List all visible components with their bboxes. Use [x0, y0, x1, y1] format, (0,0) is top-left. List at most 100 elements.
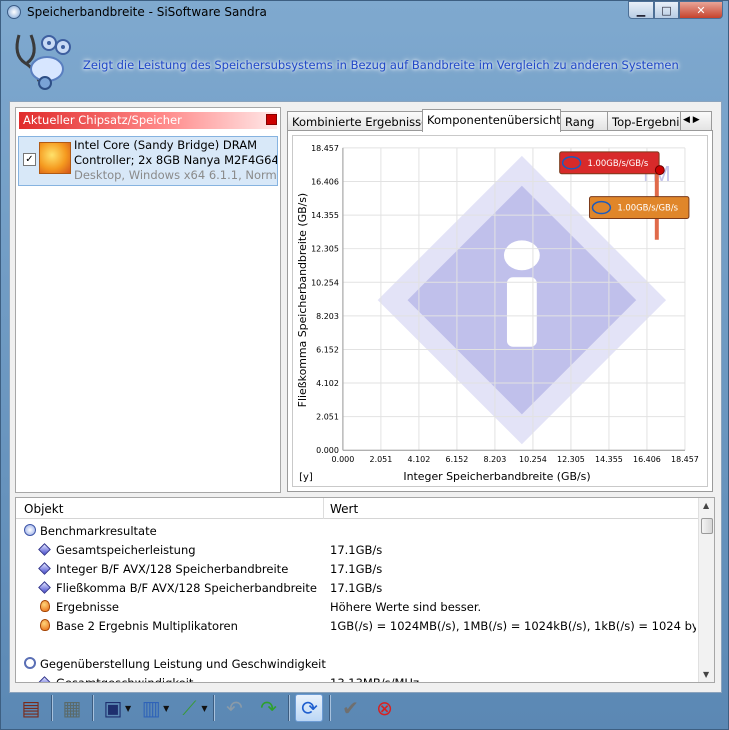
- save-icon[interactable]: ▣: [99, 694, 127, 722]
- refresh-icon[interactable]: ⟳: [295, 694, 324, 722]
- scroll-up-icon[interactable]: ▲: [703, 501, 709, 510]
- data-point: [654, 165, 665, 176]
- close-button[interactable]: ✕: [679, 1, 723, 19]
- row-label: Base 2 Ergebnis Multiplikatoren: [56, 619, 238, 633]
- y-tick-label: 16.406: [311, 178, 339, 187]
- window-controls: ▁ □ ✕: [628, 1, 723, 19]
- component-system-info: Desktop, Windows x64 6.1.1, Normaler ...: [74, 168, 277, 182]
- main-content: Aktueller Chipsatz/Speicher ✓ Intel Core…: [9, 101, 722, 693]
- app-icon[interactable]: [7, 5, 21, 19]
- column-header-object[interactable]: Objekt: [24, 502, 63, 516]
- window-title: Speicherbandbreite - SiSoftware Sandra: [27, 5, 267, 19]
- y-axis-label: Fließkomma Speicherbandbreite (GB/s): [296, 193, 309, 408]
- scroll-down-icon[interactable]: ▼: [703, 670, 709, 679]
- y-tick-label: 0.000: [316, 446, 339, 455]
- save-dropdown-icon[interactable]: ▼: [125, 704, 131, 713]
- table-row[interactable]: Gesamtspeicherleistung 17.1GB/s: [16, 540, 699, 559]
- row-label: Fließkomma B/F AVX/128 Speicherbandbreit…: [56, 581, 317, 595]
- header-description: Zeigt die Leistung des Speichersubsystem…: [83, 58, 679, 72]
- chart-dropdown-icon[interactable]: ▼: [163, 704, 169, 713]
- scrollbar-thumb[interactable]: [701, 518, 713, 534]
- tab-kombinierte-ergebnisse[interactable]: Kombinierte Ergebnisse: [287, 111, 423, 131]
- legend-badge-text: 1.00GB/s/GB/s: [588, 158, 649, 168]
- computer-icon[interactable]: ▦: [58, 694, 86, 722]
- bulb-icon: [40, 600, 50, 612]
- component-list-header: Aktueller Chipsatz/Speicher: [19, 112, 277, 129]
- bandwidth-chart: TM 0.0002.0514.1026.1528.20310.25412.305…: [292, 135, 708, 487]
- y-tick-label: 2.051: [316, 413, 339, 422]
- report-icon[interactable]: ▤: [17, 694, 45, 722]
- title-bar[interactable]: Speicherbandbreite - SiSoftware Sandra ▁…: [1, 1, 728, 23]
- column-header-value[interactable]: Wert: [330, 502, 358, 516]
- grid-header: Objekt Wert: [16, 498, 699, 519]
- line-chart-dropdown-icon[interactable]: ▼: [201, 704, 207, 713]
- x-tick-label: 2.051: [370, 455, 393, 464]
- tab-top-ergebnisse[interactable]: Top-Ergebnisse: [607, 111, 681, 131]
- component-list-item[interactable]: ✓ Intel Core (Sandy Bridge) DRAM Control…: [18, 136, 278, 186]
- component-thumbnail-icon: [39, 142, 71, 174]
- table-row[interactable]: [16, 635, 699, 654]
- back-arrow-icon[interactable]: ↶: [220, 694, 248, 722]
- toolbar-separator: [51, 695, 52, 721]
- x-tick-label: 10.254: [519, 455, 547, 464]
- bulb-icon: [40, 619, 50, 631]
- table-row[interactable]: Integer B/F AVX/128 Speicherbandbreite 17…: [16, 559, 699, 578]
- cancel-icon[interactable]: ⊗: [370, 694, 398, 722]
- tab-scroll-arrows[interactable]: ◀ ▶: [680, 111, 712, 131]
- forward-arrow-icon[interactable]: ↷: [254, 694, 282, 722]
- clock-icon: [24, 657, 36, 669]
- table-row[interactable]: Ergebnisse Höhere Werte sind besser.: [16, 597, 699, 616]
- diamond-icon: [38, 581, 51, 594]
- table-row[interactable]: Base 2 Ergebnis Multiplikatoren 1GB(/s) =…: [16, 616, 699, 635]
- column-separator[interactable]: [323, 498, 324, 519]
- diamond-icon: [38, 676, 51, 682]
- component-name-line2: Controller; 2x 8GB Nanya M2F4G64CB8...: [74, 153, 277, 167]
- x-tick-label: 6.152: [446, 455, 469, 464]
- component-checkbox[interactable]: ✓: [23, 153, 36, 166]
- tab-panel: TM 0.0002.0514.1026.1528.20310.25412.305…: [287, 130, 713, 492]
- x-axis-label: Integer Speicherbandbreite (GB/s): [403, 470, 590, 483]
- header-banner: Zeigt die Leistung des Speichersubsystem…: [1, 23, 728, 99]
- x-tick-label: 4.102: [408, 455, 431, 464]
- chart-corner-label: [y]: [299, 472, 313, 483]
- line-chart-icon[interactable]: ⟋: [175, 694, 203, 722]
- y-tick-label: 18.457: [311, 144, 339, 153]
- row-value: 17.1GB/s: [330, 581, 383, 595]
- toolbar-separator: [288, 695, 290, 721]
- row-value: 17.1GB/s: [330, 543, 383, 557]
- y-tick-label: 6.152: [316, 345, 339, 354]
- stethoscope-logo-icon: [15, 34, 71, 90]
- row-value: 13.13MB/s/MHz: [330, 676, 420, 683]
- table-row[interactable]: Benchmarkresultate: [16, 521, 699, 540]
- y-tick-label: 8.203: [316, 312, 339, 321]
- grid-scrollbar[interactable]: ▲ ▼: [698, 498, 714, 682]
- results-grid: Objekt Wert Benchmarkresultate Gesamtspei…: [15, 497, 715, 683]
- x-tick-label: 0.000: [332, 455, 355, 464]
- row-label: Benchmarkresultate: [40, 524, 157, 538]
- x-tick-label: 18.457: [671, 455, 699, 464]
- row-label: Gegenüberstellung Leistung und Geschwind…: [40, 657, 326, 671]
- row-label: Gesamtspeicherleistung: [56, 543, 196, 557]
- bottom-toolbar: ▤ ▦ ▣ ▼ ▥ ▼ ⟋ ▼ ↶ ↷ ⟳ ✔ ⊗: [9, 689, 722, 727]
- legend-badge-text: 1.00GB/s/GB/s: [617, 203, 678, 213]
- row-value: 1GB(/s) = 1024MB(/s), 1MB(/s) = 1024kB(/…: [330, 619, 696, 633]
- y-tick-label: 10.254: [311, 278, 339, 287]
- y-tick-label: 4.102: [316, 379, 339, 388]
- table-row[interactable]: Gegenüberstellung Leistung und Geschwind…: [16, 654, 699, 673]
- tab-komponentenuebersicht[interactable]: Komponentenübersicht: [422, 109, 561, 132]
- maximize-button[interactable]: □: [654, 1, 679, 19]
- row-value: Höhere Werte sind besser.: [330, 600, 482, 614]
- row-label: Ergebnisse: [56, 600, 120, 614]
- x-tick-label: 8.203: [484, 455, 507, 464]
- red-square-icon: [266, 114, 277, 125]
- ok-checkmark-icon[interactable]: ✔: [336, 694, 364, 722]
- table-row[interactable]: Gesamtgeschwindigkeit 13.13MB/s/MHz: [16, 673, 699, 683]
- group-icon: [24, 524, 36, 536]
- diamond-icon: [38, 562, 51, 575]
- minimize-button[interactable]: ▁: [628, 1, 654, 19]
- component-list-panel: Aktueller Chipsatz/Speicher ✓ Intel Core…: [15, 107, 281, 493]
- table-row[interactable]: Fließkomma B/F AVX/128 Speicherbandbreit…: [16, 578, 699, 597]
- data-points: [654, 165, 665, 176]
- bar-chart-icon[interactable]: ▥: [137, 694, 165, 722]
- tab-rang[interactable]: Rang: [560, 111, 608, 131]
